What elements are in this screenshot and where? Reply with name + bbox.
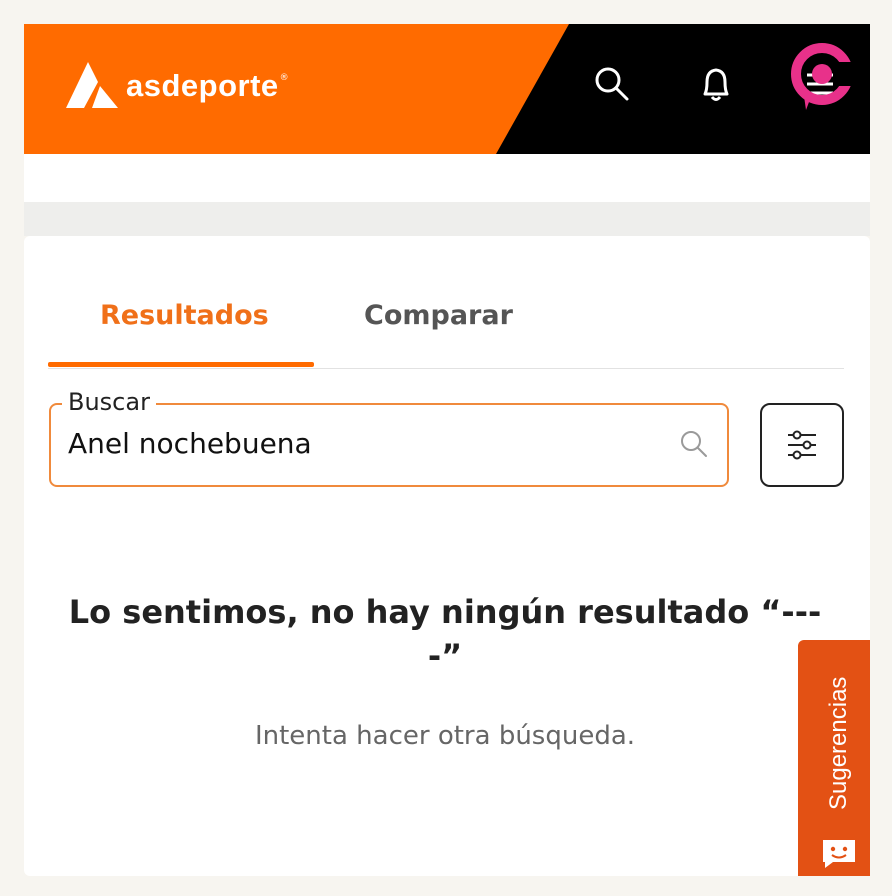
- empty-results-title: Lo sentimos, no hay ningún resultado “--…: [68, 593, 822, 675]
- search-field-icon[interactable]: [678, 428, 710, 460]
- brand-logo[interactable]: asdeporte ®: [62, 60, 289, 110]
- search-icon[interactable]: [592, 64, 632, 104]
- sliders-icon: [788, 430, 816, 460]
- app-header: asdeporte ®: [24, 24, 870, 154]
- search-label: Buscar: [62, 387, 156, 417]
- results-card: [24, 236, 870, 876]
- tab-compare[interactable]: Comparar: [364, 300, 513, 331]
- empty-results-subtitle: Intenta hacer otra búsqueda.: [254, 721, 636, 751]
- subheader-strip: [24, 154, 870, 202]
- brand-name: asdeporte: [126, 68, 279, 103]
- active-tab-indicator: [48, 362, 314, 367]
- logo-mountain-icon: [66, 62, 118, 108]
- search-input-value[interactable]: Anel nochebuena: [68, 426, 312, 462]
- watermark-logo-icon: [791, 43, 858, 110]
- tab-results[interactable]: Resultados: [100, 300, 269, 331]
- bell-icon[interactable]: [696, 64, 736, 104]
- tabs-divider: [48, 368, 844, 369]
- section-separator: [24, 202, 870, 236]
- registered-mark: ®: [279, 73, 289, 83]
- smiley-chat-icon[interactable]: [819, 836, 859, 870]
- filter-button[interactable]: [760, 403, 844, 487]
- suggestions-label[interactable]: Sugerencias: [825, 677, 853, 810]
